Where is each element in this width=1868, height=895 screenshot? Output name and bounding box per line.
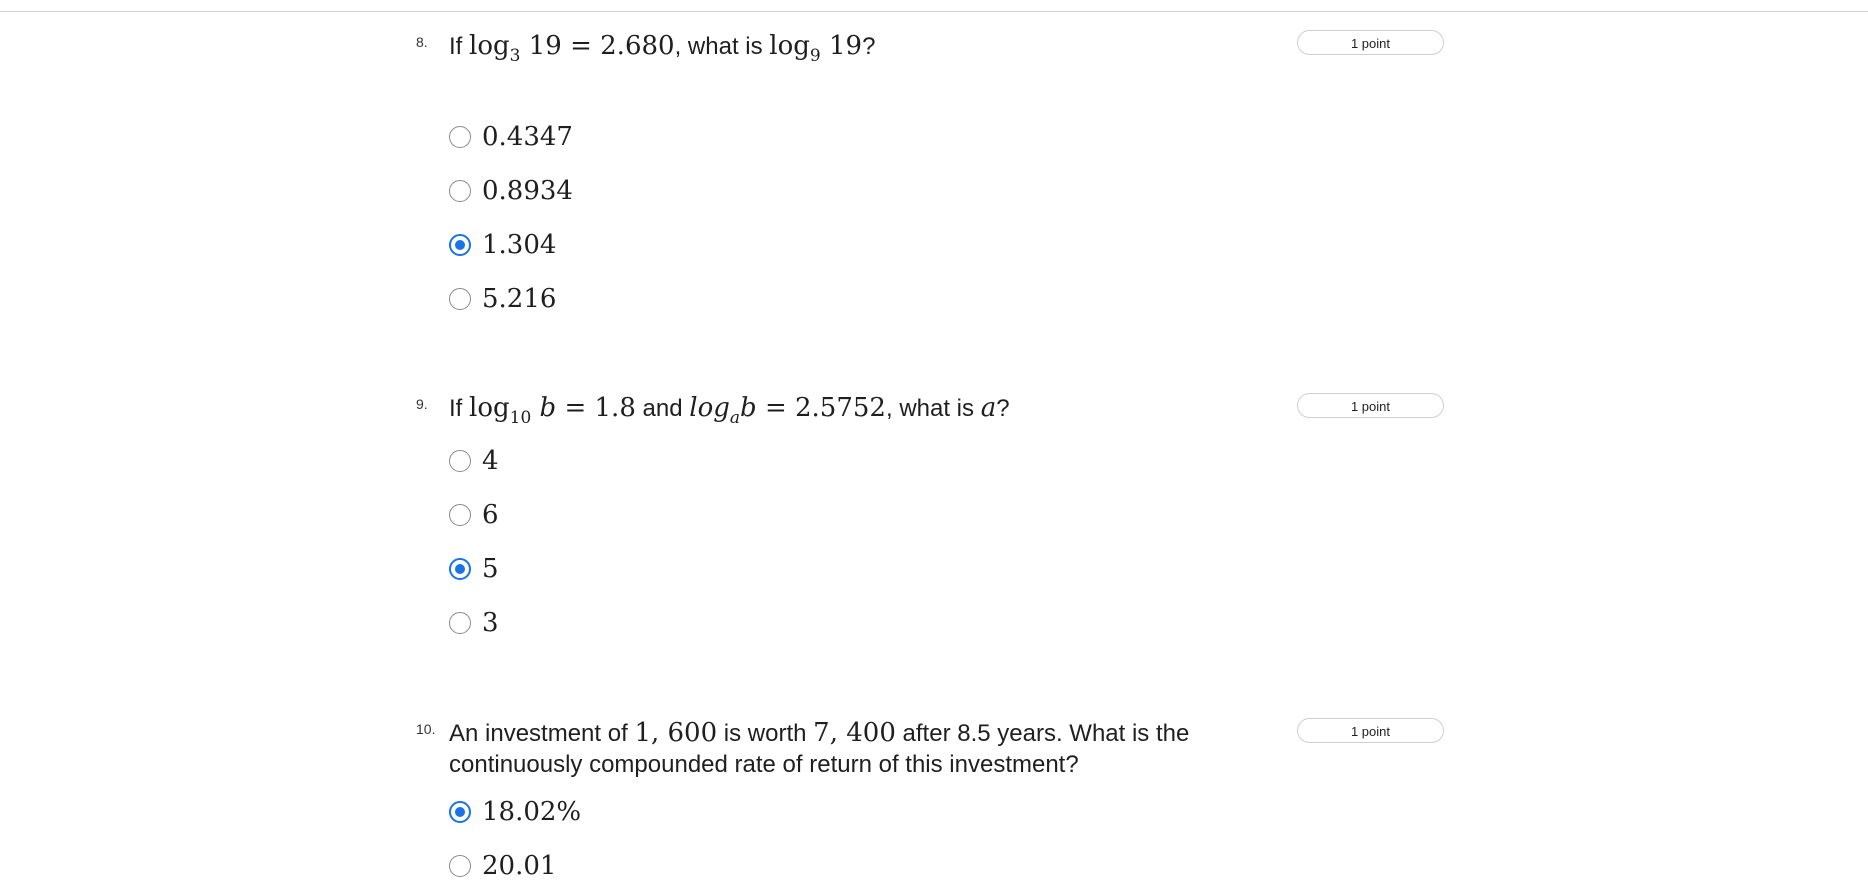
math-variable: a (980, 393, 997, 423)
answer-option[interactable]: 18.02% (449, 797, 849, 841)
math-expression: 1, 600 (634, 718, 718, 748)
answer-option[interactable]: 5 (449, 554, 849, 598)
points-badge: 1 point (1297, 30, 1444, 55)
option-label: 0.8934 (482, 176, 573, 206)
radio-button-selected[interactable] (449, 558, 471, 580)
math-expression: log3 19 = 2.680 (469, 31, 675, 66)
radio-button[interactable] (449, 126, 471, 148)
option-label: 5 (482, 554, 499, 584)
radio-button[interactable] (449, 612, 471, 634)
option-label: 3 (482, 608, 499, 638)
radio-button-selected[interactable] (449, 234, 471, 256)
question-number: 10. (416, 721, 436, 737)
answer-option[interactable]: 3 (449, 608, 849, 652)
answer-option[interactable]: 4 (449, 446, 849, 490)
question-text: If log3 19 = 2.680, what is log9 19? (449, 31, 876, 66)
option-label: 6 (482, 500, 499, 530)
answer-option[interactable]: 0.4347 (449, 122, 849, 166)
math-expression: logab = 2.5752 (689, 393, 886, 428)
answer-option[interactable]: 5.216 (449, 284, 849, 328)
option-label: 4 (482, 446, 499, 476)
math-expression: 7, 400 (813, 718, 896, 748)
option-label: 0.4347 (482, 122, 573, 152)
math-expression: log10 b = 1.8 (469, 393, 636, 428)
option-label: 1.304 (482, 230, 557, 260)
question-number: 8. (416, 34, 428, 50)
option-label: 5.216 (482, 284, 557, 314)
option-label: 20.01 (482, 851, 557, 881)
radio-button[interactable] (449, 180, 471, 202)
question-text: An investment of 1, 600 is worth 7, 400 … (449, 718, 1190, 778)
radio-button[interactable] (449, 450, 471, 472)
answer-option[interactable]: 20.01 (449, 851, 849, 895)
top-divider (0, 11, 1868, 12)
radio-button[interactable] (449, 855, 471, 877)
answer-option[interactable]: 6 (449, 500, 849, 544)
points-badge: 1 point (1297, 393, 1444, 418)
radio-button-selected[interactable] (449, 801, 471, 823)
question-number: 9. (416, 396, 428, 412)
radio-button[interactable] (449, 504, 471, 526)
math-expression: log9 19 (769, 31, 863, 66)
radio-button[interactable] (449, 288, 471, 310)
answer-option[interactable]: 1.304 (449, 230, 849, 274)
answer-option[interactable]: 0.8934 (449, 176, 849, 220)
points-badge: 1 point (1297, 718, 1444, 743)
question-text: If log10 b = 1.8 and logab = 2.5752, wha… (449, 393, 1010, 428)
option-label: 18.02% (482, 797, 582, 827)
